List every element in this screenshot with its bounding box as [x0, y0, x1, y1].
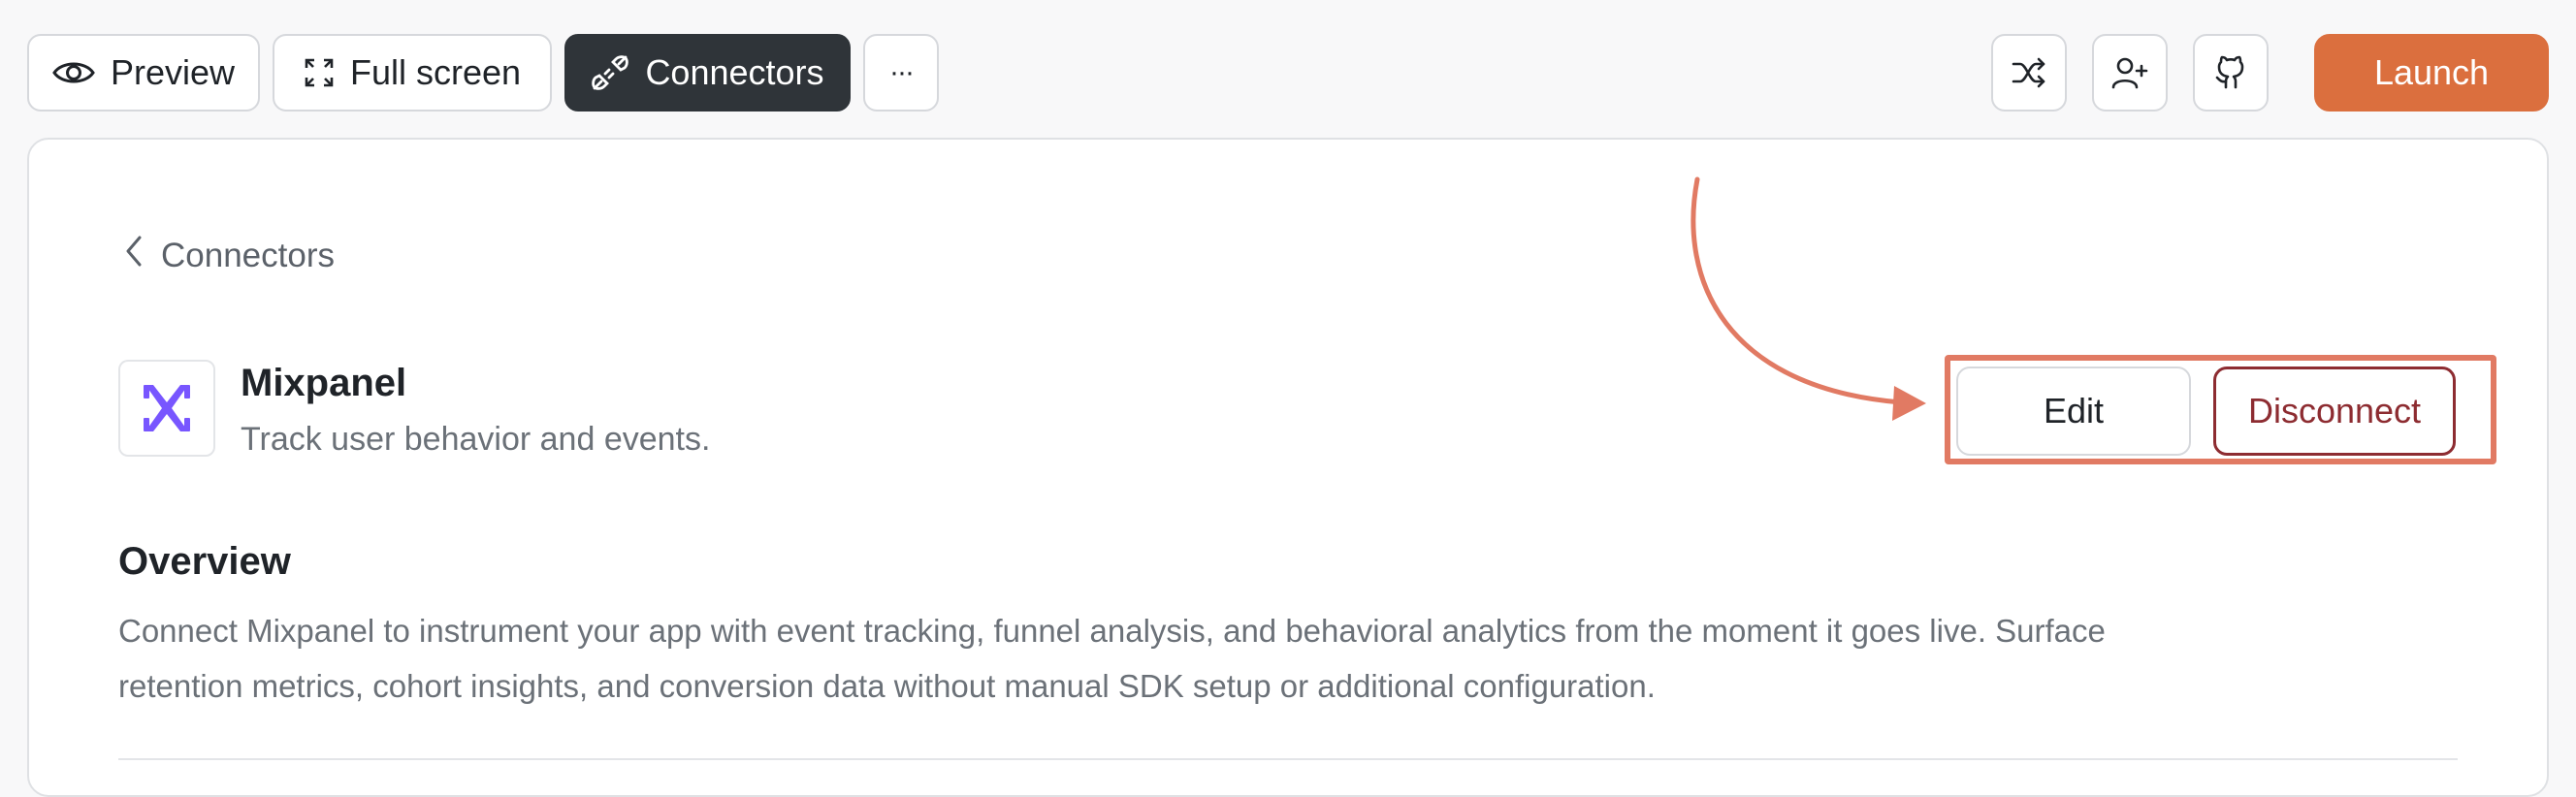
expand-icon: [304, 57, 335, 88]
connector-description: Track user behavior and events.: [241, 421, 711, 458]
connectors-button[interactable]: Connectors: [564, 34, 851, 112]
back-to-connectors-link[interactable]: Connectors: [124, 235, 335, 276]
overview-body: Connect Mixpanel to instrument your app …: [118, 603, 2465, 714]
launch-button[interactable]: Launch: [2314, 34, 2549, 112]
preview-button[interactable]: Preview: [27, 34, 260, 112]
connectors-label: Connectors: [645, 52, 824, 92]
shuffle-button[interactable]: [1991, 34, 2067, 112]
shuffle-icon: [2012, 57, 2046, 88]
edit-button[interactable]: Edit: [1956, 367, 2191, 456]
preview-label: Preview: [110, 52, 236, 92]
overview-line-1: Connect Mixpanel to instrument your app …: [118, 613, 2106, 649]
section-divider: [118, 758, 2458, 760]
connector-title: Mixpanel: [241, 362, 407, 404]
top-toolbar: Preview Full screen Connectors ··· Launc…: [0, 0, 2576, 136]
plug-icon: [591, 53, 629, 92]
fullscreen-button[interactable]: Full screen: [273, 34, 552, 112]
mixpanel-logo-icon: [118, 360, 215, 457]
more-options-button[interactable]: ···: [863, 34, 939, 112]
chevron-left-icon: [124, 235, 144, 276]
github-button[interactable]: [2193, 34, 2269, 112]
disconnect-button[interactable]: Disconnect: [2213, 367, 2456, 456]
add-user-button[interactable]: [2092, 34, 2168, 112]
more-icon: ···: [889, 56, 915, 88]
breadcrumb-label: Connectors: [161, 236, 335, 274]
fullscreen-label: Full screen: [349, 52, 522, 92]
user-plus-icon: [2110, 55, 2149, 90]
github-icon: [2213, 55, 2248, 90]
overview-heading: Overview: [118, 540, 291, 583]
eye-icon: [52, 58, 95, 87]
overview-line-2: retention metrics, cohort insights, and …: [118, 668, 1656, 704]
launch-label: Launch: [2373, 52, 2490, 92]
